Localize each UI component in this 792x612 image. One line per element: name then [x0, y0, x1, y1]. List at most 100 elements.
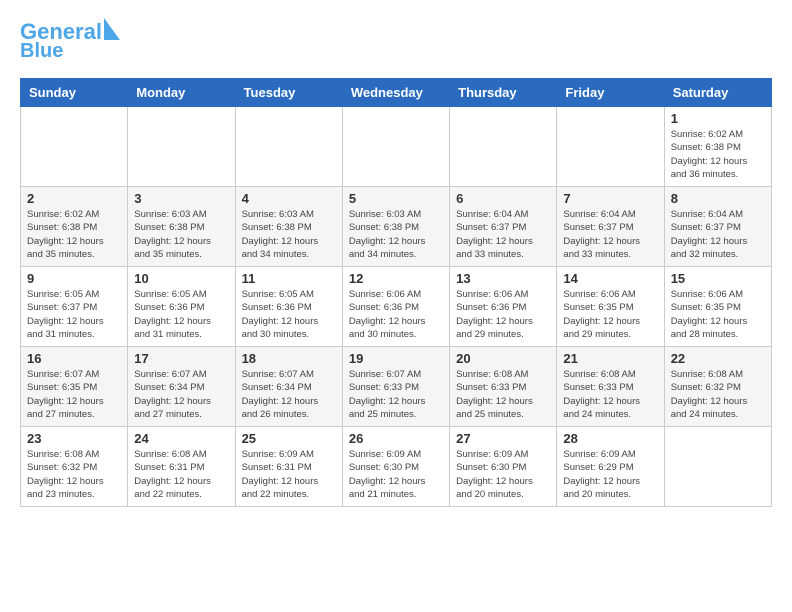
weekday-header-monday: Monday — [128, 79, 235, 107]
weekday-header-tuesday: Tuesday — [235, 79, 342, 107]
day-cell — [235, 107, 342, 187]
weekday-header-thursday: Thursday — [450, 79, 557, 107]
day-cell: 17 Sunrise: 6:07 AM Sunset: 6:34 PM Dayli… — [128, 347, 235, 427]
day-cell: 27 Sunrise: 6:09 AM Sunset: 6:30 PM Dayli… — [450, 427, 557, 507]
weekday-header-row: SundayMondayTuesdayWednesdayThursdayFrid… — [21, 79, 772, 107]
day-cell: 13 Sunrise: 6:06 AM Sunset: 6:36 PM Dayli… — [450, 267, 557, 347]
day-cell: 1 Sunrise: 6:02 AM Sunset: 6:38 PM Daylig… — [664, 107, 771, 187]
day-number: 11 — [242, 271, 336, 286]
day-cell: 9 Sunrise: 6:05 AM Sunset: 6:37 PM Daylig… — [21, 267, 128, 347]
day-number: 25 — [242, 431, 336, 446]
day-info: Sunrise: 6:05 AM Sunset: 6:36 PM Dayligh… — [242, 288, 336, 341]
week-row-3: 16 Sunrise: 6:07 AM Sunset: 6:35 PM Dayli… — [21, 347, 772, 427]
day-number: 18 — [242, 351, 336, 366]
day-number: 10 — [134, 271, 228, 286]
day-cell: 15 Sunrise: 6:06 AM Sunset: 6:35 PM Dayli… — [664, 267, 771, 347]
day-number: 7 — [563, 191, 657, 206]
day-info: Sunrise: 6:06 AM Sunset: 6:35 PM Dayligh… — [563, 288, 657, 341]
day-number: 2 — [27, 191, 121, 206]
day-cell — [557, 107, 664, 187]
weekday-header-sunday: Sunday — [21, 79, 128, 107]
day-info: Sunrise: 6:09 AM Sunset: 6:30 PM Dayligh… — [349, 448, 443, 501]
week-row-4: 23Sunrise: 6:08 AM Sunset: 6:32 PM Dayli… — [21, 427, 772, 507]
day-number: 21 — [563, 351, 657, 366]
header: General Blue — [20, 20, 772, 62]
day-number: 28 — [563, 431, 657, 446]
day-info: Sunrise: 6:06 AM Sunset: 6:36 PM Dayligh… — [349, 288, 443, 341]
weekday-header-wednesday: Wednesday — [342, 79, 449, 107]
week-row-1: 2 Sunrise: 6:02 AM Sunset: 6:38 PM Daylig… — [21, 187, 772, 267]
day-info: Sunrise: 6:03 AM Sunset: 6:38 PM Dayligh… — [134, 208, 228, 261]
day-info: Sunrise: 6:07 AM Sunset: 6:35 PM Dayligh… — [27, 368, 121, 421]
day-number: 9 — [27, 271, 121, 286]
day-cell: 22 Sunrise: 6:08 AM Sunset: 6:32 PM Dayli… — [664, 347, 771, 427]
logo-text: General — [20, 20, 102, 44]
day-info: Sunrise: 6:04 AM Sunset: 6:37 PM Dayligh… — [563, 208, 657, 261]
day-number: 16 — [27, 351, 121, 366]
day-number: 20 — [456, 351, 550, 366]
logo: General Blue — [20, 20, 120, 62]
day-info: Sunrise: 6:03 AM Sunset: 6:38 PM Dayligh… — [242, 208, 336, 261]
day-info: Sunrise: 6:04 AM Sunset: 6:37 PM Dayligh… — [671, 208, 765, 261]
day-cell: 3 Sunrise: 6:03 AM Sunset: 6:38 PM Daylig… — [128, 187, 235, 267]
week-row-0: 1 Sunrise: 6:02 AM Sunset: 6:38 PM Daylig… — [21, 107, 772, 187]
day-info: Sunrise: 6:08 AM Sunset: 6:32 PM Dayligh… — [671, 368, 765, 421]
day-info: Sunrise: 6:07 AM Sunset: 6:33 PM Dayligh… — [349, 368, 443, 421]
day-info: Sunrise: 6:09 AM Sunset: 6:30 PM Dayligh… — [456, 448, 550, 501]
day-cell: 11 Sunrise: 6:05 AM Sunset: 6:36 PM Dayli… — [235, 267, 342, 347]
day-cell: 7 Sunrise: 6:04 AM Sunset: 6:37 PM Daylig… — [557, 187, 664, 267]
day-number: 3 — [134, 191, 228, 206]
day-cell — [664, 427, 771, 507]
day-number: 12 — [349, 271, 443, 286]
day-cell: 8 Sunrise: 6:04 AM Sunset: 6:37 PM Daylig… — [664, 187, 771, 267]
day-cell: 19 Sunrise: 6:07 AM Sunset: 6:33 PM Dayli… — [342, 347, 449, 427]
day-cell: 10 Sunrise: 6:05 AM Sunset: 6:36 PM Dayli… — [128, 267, 235, 347]
day-cell: 16 Sunrise: 6:07 AM Sunset: 6:35 PM Dayli… — [21, 347, 128, 427]
day-info: Sunrise: 6:07 AM Sunset: 6:34 PM Dayligh… — [134, 368, 228, 421]
day-cell: 28 Sunrise: 6:09 AM Sunset: 6:29 PM Dayli… — [557, 427, 664, 507]
day-number: 4 — [242, 191, 336, 206]
day-cell — [128, 107, 235, 187]
day-number: 5 — [349, 191, 443, 206]
day-number: 8 — [671, 191, 765, 206]
day-cell: 4 Sunrise: 6:03 AM Sunset: 6:38 PM Daylig… — [235, 187, 342, 267]
day-cell — [21, 107, 128, 187]
day-number: 13 — [456, 271, 550, 286]
day-cell: 14 Sunrise: 6:06 AM Sunset: 6:35 PM Dayli… — [557, 267, 664, 347]
day-cell: 6 Sunrise: 6:04 AM Sunset: 6:37 PM Daylig… — [450, 187, 557, 267]
day-number: 17 — [134, 351, 228, 366]
day-info: Sunrise: 6:09 AM Sunset: 6:29 PM Dayligh… — [563, 448, 657, 501]
day-info: Sunrise: 6:03 AM Sunset: 6:38 PM Dayligh… — [349, 208, 443, 261]
day-number: 27 — [456, 431, 550, 446]
weekday-header-friday: Friday — [557, 79, 664, 107]
day-cell — [450, 107, 557, 187]
day-info: Sunrise: 6:08 AM Sunset: 6:33 PM Dayligh… — [456, 368, 550, 421]
day-number: 26 — [349, 431, 443, 446]
day-cell: 18Sunrise: 6:07 AM Sunset: 6:34 PM Dayli… — [235, 347, 342, 427]
day-number: 14 — [563, 271, 657, 286]
day-cell: 24Sunrise: 6:08 AM Sunset: 6:31 PM Dayli… — [128, 427, 235, 507]
day-cell: 2 Sunrise: 6:02 AM Sunset: 6:38 PM Daylig… — [21, 187, 128, 267]
day-cell: 26 Sunrise: 6:09 AM Sunset: 6:30 PM Dayli… — [342, 427, 449, 507]
day-number: 19 — [349, 351, 443, 366]
day-info: Sunrise: 6:02 AM Sunset: 6:38 PM Dayligh… — [671, 128, 765, 181]
day-number: 24 — [134, 431, 228, 446]
weekday-header-saturday: Saturday — [664, 79, 771, 107]
day-info: Sunrise: 6:02 AM Sunset: 6:38 PM Dayligh… — [27, 208, 121, 261]
day-number: 15 — [671, 271, 765, 286]
day-cell: 12 Sunrise: 6:06 AM Sunset: 6:36 PM Dayli… — [342, 267, 449, 347]
day-cell — [342, 107, 449, 187]
week-row-2: 9 Sunrise: 6:05 AM Sunset: 6:37 PM Daylig… — [21, 267, 772, 347]
day-info: Sunrise: 6:06 AM Sunset: 6:35 PM Dayligh… — [671, 288, 765, 341]
calendar: SundayMondayTuesdayWednesdayThursdayFrid… — [20, 78, 772, 507]
day-info: Sunrise: 6:08 AM Sunset: 6:33 PM Dayligh… — [563, 368, 657, 421]
day-number: 1 — [671, 111, 765, 126]
day-cell: 23Sunrise: 6:08 AM Sunset: 6:32 PM Dayli… — [21, 427, 128, 507]
day-info: Sunrise: 6:05 AM Sunset: 6:37 PM Dayligh… — [27, 288, 121, 341]
day-info: Sunrise: 6:06 AM Sunset: 6:36 PM Dayligh… — [456, 288, 550, 341]
day-info: Sunrise: 6:04 AM Sunset: 6:37 PM Dayligh… — [456, 208, 550, 261]
day-number: 22 — [671, 351, 765, 366]
day-cell: 5 Sunrise: 6:03 AM Sunset: 6:38 PM Daylig… — [342, 187, 449, 267]
day-info: Sunrise: 6:05 AM Sunset: 6:36 PM Dayligh… — [134, 288, 228, 341]
day-number: 6 — [456, 191, 550, 206]
